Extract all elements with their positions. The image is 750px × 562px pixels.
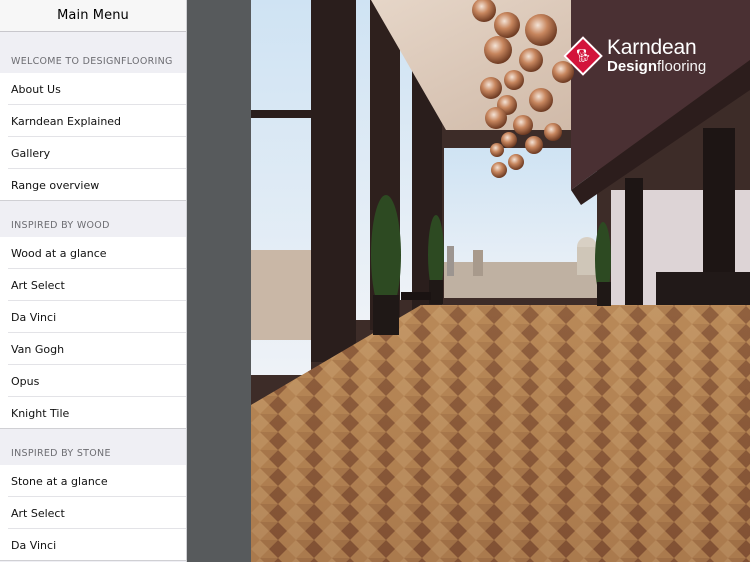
menu-item-label: Da Vinci bbox=[11, 538, 57, 552]
menu-list-welcome: About Us Karndean Explained Gallery Rang… bbox=[0, 73, 186, 201]
brand-subname: Designflooring bbox=[607, 59, 706, 74]
menu-item-label: Art Select bbox=[11, 278, 65, 292]
brand-subname-bold: Design bbox=[607, 58, 658, 75]
hero-image: 🐕︎ Karndean Designflooring bbox=[251, 0, 750, 562]
section-header-welcome: WELCOME TO DESIGNFLOORING bbox=[0, 32, 186, 73]
menu-item-stone-art-select[interactable]: Art Select bbox=[0, 497, 186, 529]
menu-list-wood: Wood at a glance Art Select Da Vinci Van… bbox=[0, 237, 186, 429]
menu-item-label: Van Gogh bbox=[11, 342, 65, 356]
menu-item-stone-at-a-glance[interactable]: Stone at a glance bbox=[0, 465, 186, 497]
menu-item-knight-tile[interactable]: Knight Tile bbox=[0, 397, 186, 429]
menu-item-label: Wood at a glance bbox=[11, 246, 107, 260]
section-header-wood: INSPIRED BY WOOD bbox=[0, 201, 186, 237]
menu-item-gallery[interactable]: Gallery bbox=[0, 137, 186, 169]
interior-photo bbox=[251, 0, 750, 562]
navigation-bar: Main Menu bbox=[0, 0, 186, 32]
karndean-logo: 🐕︎ Karndean Designflooring bbox=[563, 35, 706, 76]
menu-item-wood-da-vinci[interactable]: Da Vinci bbox=[0, 301, 186, 333]
menu-item-karndean-explained[interactable]: Karndean Explained bbox=[0, 105, 186, 137]
menu-item-label: Knight Tile bbox=[11, 406, 70, 420]
menu-item-label: Gallery bbox=[11, 146, 51, 160]
menu-item-van-gogh[interactable]: Van Gogh bbox=[0, 333, 186, 365]
main-menu-sidebar: Main Menu WELCOME TO DESIGNFLOORING Abou… bbox=[0, 0, 187, 562]
menu-item-range-overview[interactable]: Range overview bbox=[0, 169, 186, 201]
menu-item-label: About Us bbox=[11, 82, 61, 96]
menu-item-opus[interactable]: Opus bbox=[0, 365, 186, 397]
menu-item-label: Range overview bbox=[11, 178, 100, 192]
dog-diamond-icon: 🐕︎ bbox=[563, 35, 603, 76]
menu-item-label: Karndean Explained bbox=[11, 114, 122, 128]
section-header-label: WELCOME TO DESIGNFLOORING bbox=[11, 56, 173, 67]
menu-item-wood-at-a-glance[interactable]: Wood at a glance bbox=[0, 237, 186, 269]
page-title: Main Menu bbox=[57, 8, 129, 23]
content-gutter bbox=[187, 0, 251, 562]
section-header-stone: INSPIRED BY STONE bbox=[0, 429, 186, 465]
menu-item-label: Da Vinci bbox=[11, 310, 57, 324]
menu-item-label: Stone at a glance bbox=[11, 474, 108, 488]
menu-item-label: Art Select bbox=[11, 506, 65, 520]
brand-name: Karndean bbox=[607, 36, 697, 59]
menu-item-stone-da-vinci[interactable]: Da Vinci bbox=[0, 529, 186, 561]
menu-item-about-us[interactable]: About Us bbox=[0, 73, 186, 105]
brand-subname-light: flooring bbox=[657, 58, 707, 75]
menu-item-wood-art-select[interactable]: Art Select bbox=[0, 269, 186, 301]
menu-list-stone: Stone at a glance Art Select Da Vinci bbox=[0, 465, 186, 561]
section-header-label: INSPIRED BY STONE bbox=[11, 448, 111, 459]
section-header-label: INSPIRED BY WOOD bbox=[11, 220, 110, 231]
menu-item-label: Opus bbox=[11, 374, 40, 388]
